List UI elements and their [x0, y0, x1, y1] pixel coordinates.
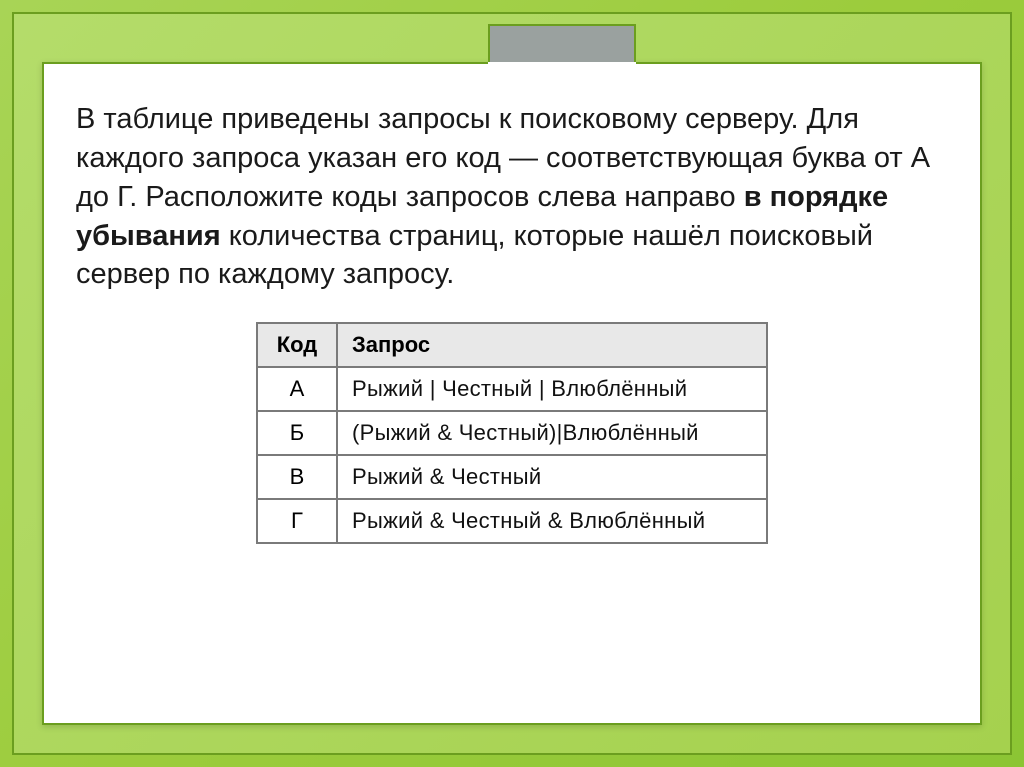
tab-decoration: [488, 24, 636, 64]
table-cell-query: Рыжий | Честный | Влюблённый: [337, 367, 767, 411]
table-cell-code: Г: [257, 499, 337, 543]
table-cell-code: Б: [257, 411, 337, 455]
slide-card: В таблице приведены запросы к поисковому…: [42, 62, 982, 725]
table-row: В Рыжий & Честный: [257, 455, 767, 499]
table-header-row: Код Запрос: [257, 323, 767, 367]
table-cell-query: Рыжий & Честный & Влюблённый: [337, 499, 767, 543]
table-row: Г Рыжий & Честный & Влюблённый: [257, 499, 767, 543]
slide-outer-frame: В таблице приведены запросы к поисковому…: [12, 12, 1012, 755]
table-row: Б (Рыжий & Честный)|Влюблённый: [257, 411, 767, 455]
table-header-code: Код: [257, 323, 337, 367]
table-cell-query: (Рыжий & Честный)|Влюблённый: [337, 411, 767, 455]
task-paragraph: В таблице приведены запросы к поисковому…: [76, 100, 948, 294]
table-wrapper: Код Запрос А Рыжий | Честный | Влюблённы…: [76, 322, 948, 544]
table-cell-code: А: [257, 367, 337, 411]
table-row: А Рыжий | Честный | Влюблённый: [257, 367, 767, 411]
table-header-query: Запрос: [337, 323, 767, 367]
query-table: Код Запрос А Рыжий | Честный | Влюблённы…: [256, 322, 768, 544]
table-cell-query: Рыжий & Честный: [337, 455, 767, 499]
table-cell-code: В: [257, 455, 337, 499]
